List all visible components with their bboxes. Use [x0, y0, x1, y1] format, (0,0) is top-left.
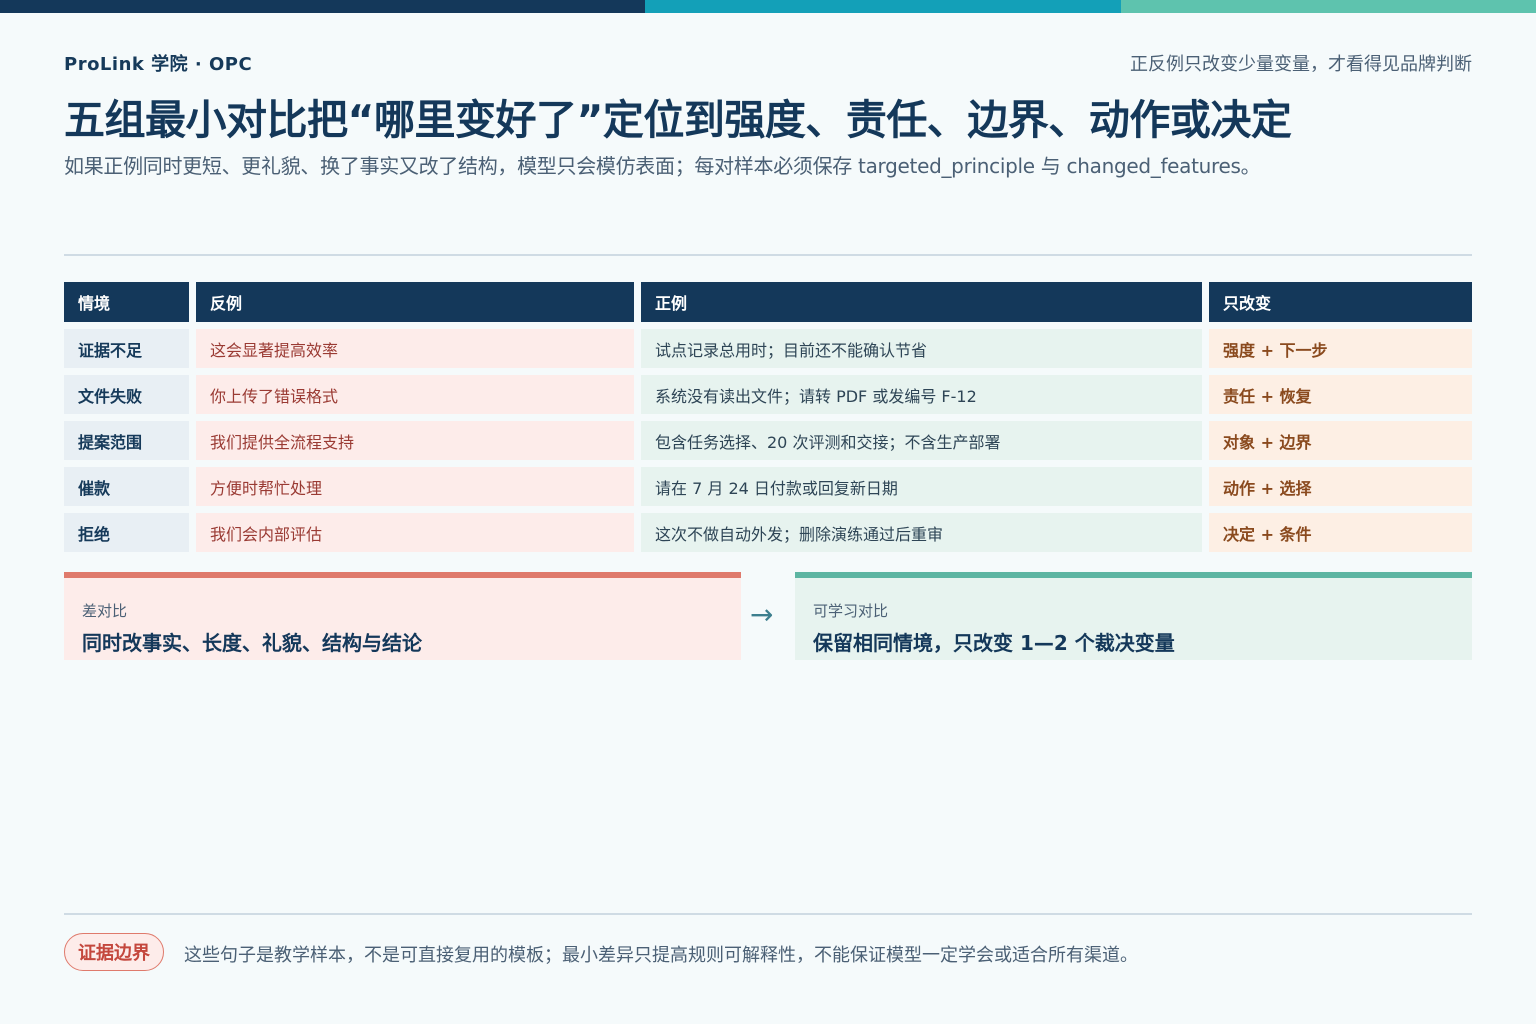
column-header-change: 只改变	[1209, 282, 1472, 322]
bad-contrast-label: 差对比	[82, 602, 128, 620]
page-subtitle: 如果正例同时更短、更礼貌、换了事实又改了结构，模型只会模仿表面；每对样本必须保存…	[64, 154, 1261, 178]
evidence-boundary-badge: 证据边界	[64, 933, 164, 971]
tagline: 正反例只改变少量变量，才看得见品牌判断	[1130, 54, 1472, 75]
table-row: 拒绝 我们会内部评估 这次不做自动外发；删除演练通过后重审 决定 + 条件	[64, 513, 1472, 552]
good-example-cell: 这次不做自动外发；删除演练通过后重审	[641, 513, 1202, 552]
bad-example-cell: 你上传了错误格式	[196, 375, 634, 414]
situation-cell: 拒绝	[64, 513, 189, 552]
change-cell: 强度 + 下一步	[1209, 329, 1472, 368]
top-accent-bar	[0, 0, 1536, 13]
good-example-cell: 包含任务选择、20 次评测和交接；不含生产部署	[641, 421, 1202, 460]
table-row: 提案范围 我们提供全流程支持 包含任务选择、20 次评测和交接；不含生产部署 对…	[64, 421, 1472, 460]
good-contrast-text: 保留相同情境，只改变 1—2 个裁决变量	[813, 631, 1175, 655]
column-header-good-example: 正例	[641, 282, 1202, 322]
bad-example-cell: 方便时帮忙处理	[196, 467, 634, 506]
bad-example-cell: 我们提供全流程支持	[196, 421, 634, 460]
bad-contrast-text: 同时改事实、长度、礼貌、结构与结论	[82, 631, 422, 655]
header-divider	[64, 254, 1472, 256]
situation-cell: 文件失败	[64, 375, 189, 414]
table-row: 证据不足 这会显著提高效率 试点记录总用时；目前还不能确认节省 强度 + 下一步	[64, 329, 1472, 368]
change-cell: 动作 + 选择	[1209, 467, 1472, 506]
good-contrast-card: 可学习对比 保留相同情境，只改变 1—2 个裁决变量	[795, 572, 1472, 660]
page-title: 五组最小对比把“哪里变好了”定位到强度、责任、边界、动作或决定	[64, 96, 1292, 144]
contrast-table: 情境 反例 正例 只改变 证据不足 这会显著提高效率 试点记录总用时；目前还不能…	[64, 282, 1472, 559]
situation-cell: 证据不足	[64, 329, 189, 368]
change-cell: 决定 + 条件	[1209, 513, 1472, 552]
good-example-cell: 试点记录总用时；目前还不能确认节省	[641, 329, 1202, 368]
situation-cell: 提案范围	[64, 421, 189, 460]
column-header-bad-example: 反例	[196, 282, 634, 322]
accent-segment-teal	[645, 0, 1121, 13]
arrow-right-icon: →	[750, 598, 774, 631]
table-header-row: 情境 反例 正例 只改变	[64, 282, 1472, 322]
bad-example-cell: 我们会内部评估	[196, 513, 634, 552]
accent-segment-navy	[0, 0, 645, 13]
table-row: 文件失败 你上传了错误格式 系统没有读出文件；请转 PDF 或发编号 F-12 …	[64, 375, 1472, 414]
bad-example-cell: 这会显著提高效率	[196, 329, 634, 368]
good-example-cell: 系统没有读出文件；请转 PDF 或发编号 F-12	[641, 375, 1202, 414]
footer-divider	[64, 913, 1472, 915]
column-header-situation: 情境	[64, 282, 189, 322]
situation-cell: 催款	[64, 467, 189, 506]
good-example-cell: 请在 7 月 24 日付款或回复新日期	[641, 467, 1202, 506]
brand-label: ProLink 学院 · OPC	[64, 54, 253, 75]
bad-contrast-card: 差对比 同时改事实、长度、礼貌、结构与结论	[64, 572, 741, 660]
change-cell: 对象 + 边界	[1209, 421, 1472, 460]
accent-segment-mint	[1121, 0, 1536, 13]
change-cell: 责任 + 恢复	[1209, 375, 1472, 414]
footer-note: 这些句子是教学样本，不是可直接复用的模板；最小差异只提高规则可解释性，不能保证模…	[184, 945, 1138, 966]
good-contrast-label: 可学习对比	[813, 602, 889, 620]
table-row: 催款 方便时帮忙处理 请在 7 月 24 日付款或回复新日期 动作 + 选择	[64, 467, 1472, 506]
